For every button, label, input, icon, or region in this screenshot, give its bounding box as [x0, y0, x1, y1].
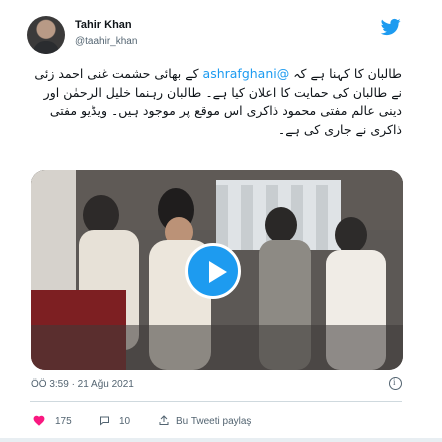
tweet-text: طالبان کا کہنا ہے کہ @ashrafghani کے بھا… — [30, 65, 402, 139]
like-count[interactable]: 175 — [55, 416, 72, 427]
divider — [30, 401, 402, 402]
share-icon[interactable] — [158, 414, 170, 427]
avatar[interactable] — [27, 16, 65, 54]
share-button[interactable]: Bu Tweeti paylaş — [176, 416, 251, 427]
author-handle[interactable]: @taahir_khan — [75, 36, 137, 47]
author-name[interactable]: Tahir Khan — [75, 19, 132, 31]
tweet-timestamp[interactable]: ÖÖ 3:59 · 21 Ağu 2021 — [31, 379, 134, 390]
heart-icon[interactable] — [32, 414, 46, 427]
info-icon[interactable] — [389, 377, 402, 390]
mention-link[interactable]: @ashrafghani — [203, 66, 290, 81]
bottom-strip — [0, 438, 442, 442]
play-icon[interactable] — [185, 243, 241, 299]
reply-icon[interactable] — [98, 415, 111, 427]
tweet-text-start: طالبان کا کہنا ہے کہ — [293, 66, 402, 81]
tweet-card: Tahir Khan @taahir_khan طالبان کا کہنا ہ… — [0, 0, 442, 442]
reply-count[interactable]: 10 — [119, 416, 130, 427]
twitter-bird-icon[interactable] — [380, 17, 402, 37]
